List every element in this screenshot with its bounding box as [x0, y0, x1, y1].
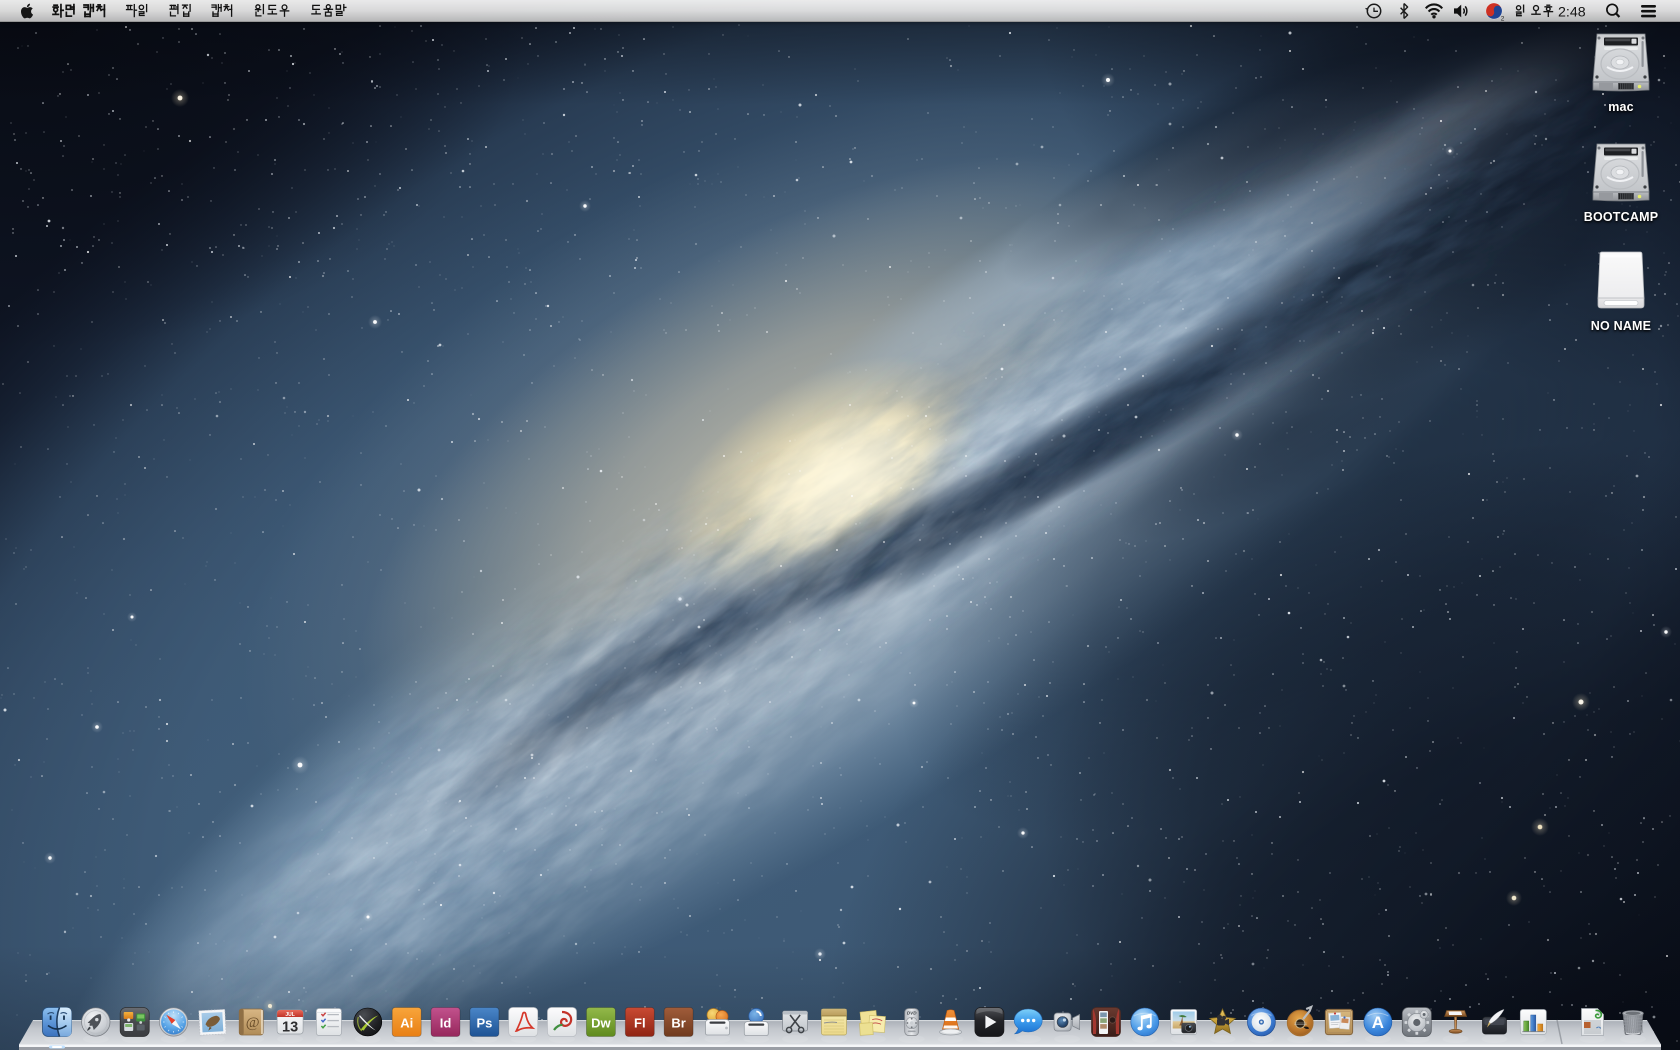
svg-text:Br: Br: [671, 1016, 685, 1031]
svg-text:Fl: Fl: [634, 1016, 646, 1031]
svg-text:@: @: [246, 1015, 260, 1031]
svg-text:Ps: Ps: [476, 1016, 492, 1031]
svg-text:13: 13: [282, 1020, 298, 1036]
svg-text:Ai: Ai: [400, 1016, 413, 1031]
svg-text:Dw: Dw: [591, 1016, 611, 1031]
svg-text:A: A: [1372, 1013, 1384, 1032]
svg-text:2: 2: [1501, 16, 1505, 22]
svg-text:DVD: DVD: [907, 1011, 917, 1016]
svg-text:2:48: 2:48: [1558, 4, 1586, 20]
svg-text:Id: Id: [440, 1016, 452, 1031]
svg-text:JUL: JUL: [285, 1012, 294, 1018]
